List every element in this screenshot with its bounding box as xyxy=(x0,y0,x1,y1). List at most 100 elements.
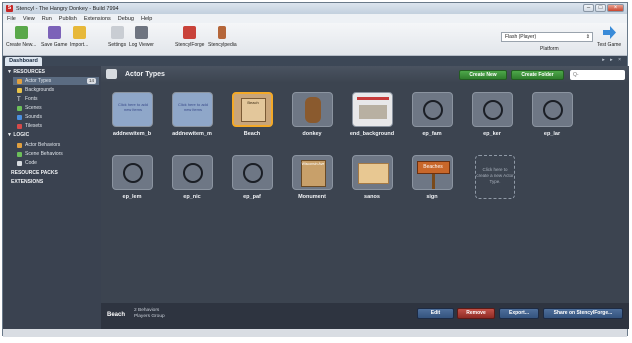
menu-run[interactable]: Run xyxy=(42,16,52,22)
platform-label: Platform xyxy=(540,46,559,52)
chevron-down-icon: ⇕ xyxy=(585,34,590,40)
actor-thumbnail: Beaches xyxy=(411,155,453,190)
status-bar xyxy=(3,329,627,337)
empty-circle-icon xyxy=(482,100,503,120)
maximize-icon[interactable]: □ xyxy=(595,4,606,12)
test-game-button[interactable]: Test Game xyxy=(597,26,621,48)
actor-tile-monument[interactable]: Wisconsin Ave Monument xyxy=(282,155,342,213)
export-button[interactable]: Export... xyxy=(499,308,539,319)
create-new-icon xyxy=(14,26,28,39)
search-input[interactable]: Q- xyxy=(570,70,625,80)
create-new-actor-button[interactable]: Create New xyxy=(459,70,507,80)
edit-button[interactable]: Edit xyxy=(417,308,454,319)
menu-help[interactable]: Help xyxy=(141,16,152,22)
actor-types-icon xyxy=(106,69,117,79)
sidebar-item-scenes[interactable]: Scenes xyxy=(17,104,42,112)
settings-button[interactable]: Settings xyxy=(108,26,126,48)
resource-packs-header[interactable]: RESOURCE PACKS xyxy=(11,170,58,176)
sidebar-item-code[interactable]: Code xyxy=(17,159,37,167)
main-header: Actor Types Create New Create Folder Q- xyxy=(101,66,629,83)
actor-thumbnail xyxy=(351,155,393,190)
menu-publish[interactable]: Publish xyxy=(59,16,77,22)
window-title: Stencyl - The Hangry Donkey - Build 7994 xyxy=(16,5,119,12)
minimize-icon[interactable]: – xyxy=(583,4,594,12)
actor-tile-sanos[interactable]: sanos xyxy=(342,155,402,213)
actor-thumbnail xyxy=(171,155,213,190)
actor-tile-addnewitem-b[interactable]: Click here to add new items addnewitem_b xyxy=(102,92,162,150)
close-icon[interactable]: × xyxy=(607,4,624,12)
menu-extensions[interactable]: Extensions xyxy=(84,16,111,22)
actor-thumbnail xyxy=(471,92,513,127)
background-icon xyxy=(17,87,22,93)
scene-behavior-icon xyxy=(17,151,22,157)
count-badge: 14 xyxy=(86,78,96,84)
actor-thumbnail xyxy=(531,92,573,127)
selection-bar: Beach 2 Behaviors Players Group Edit Rem… xyxy=(101,303,629,329)
import-icon xyxy=(72,26,86,39)
actor-tile-ep-ker[interactable]: ep_ker xyxy=(462,92,522,150)
log-viewer-icon xyxy=(134,26,148,39)
actor-tile-ep-paf[interactable]: ep_paf xyxy=(222,155,282,213)
actor-tile-ep-lar[interactable]: ep_lar xyxy=(522,92,582,150)
tileset-icon xyxy=(17,123,22,129)
resources-header[interactable]: ▼ RESOURCES xyxy=(7,69,45,75)
menu-file[interactable]: File xyxy=(7,16,16,22)
log-viewer-button[interactable]: Log Viewer xyxy=(129,26,154,48)
actor-tile-ep-lem[interactable]: ep_lem xyxy=(102,155,162,213)
tab-dashboard[interactable]: Dashboard xyxy=(5,57,42,66)
import-button[interactable]: Import... xyxy=(70,26,88,48)
menu-debug[interactable]: Debug xyxy=(118,16,134,22)
actor-tile-sign[interactable]: Beaches sign xyxy=(402,155,462,213)
sidebar-item-actor-behaviors[interactable]: Actor Behaviors xyxy=(17,141,60,149)
actor-thumbnail: Click here to add new items xyxy=(171,92,213,127)
sidebar-item-actor-types[interactable]: Actor Types 14 xyxy=(13,77,99,85)
actor-tile-ep-fam[interactable]: ep_fam xyxy=(402,92,462,150)
empty-circle-icon xyxy=(182,163,203,183)
logic-header[interactable]: ▼ LOGIC xyxy=(7,132,29,138)
save-game-button[interactable]: Save Game xyxy=(41,26,67,48)
sidebar-item-backgrounds[interactable]: Backgrounds xyxy=(17,86,54,94)
tab-controls[interactable]: ▸ ▸ × xyxy=(602,57,623,63)
remove-button[interactable]: Remove xyxy=(457,308,495,319)
sidebar-item-fonts[interactable]: T Fonts xyxy=(17,95,38,103)
sidebar-item-tilesets[interactable]: Tilesets xyxy=(17,122,42,130)
menu-view[interactable]: View xyxy=(23,16,35,22)
donkey-icon xyxy=(304,97,321,123)
settings-icon xyxy=(110,26,124,39)
create-folder-button[interactable]: Create Folder xyxy=(511,70,564,80)
platform-select[interactable]: Flash (Player) ⇕ xyxy=(501,32,593,42)
font-icon: T xyxy=(17,96,21,103)
actor-tile-ep-nic[interactable]: ep_nic xyxy=(162,155,222,213)
actor-tile-donkey[interactable]: donkey xyxy=(282,92,342,150)
sidebar: ▼ RESOURCES Actor Types 14 Backgrounds T… xyxy=(3,66,101,329)
stencylpedia-button[interactable]: Stencylpedia xyxy=(208,26,237,48)
empty-circle-icon xyxy=(122,163,143,183)
empty-circle-icon xyxy=(242,163,263,183)
sound-icon xyxy=(17,114,22,120)
actor-thumbnail xyxy=(411,92,453,127)
sidebar-item-sounds[interactable]: Sounds xyxy=(17,113,42,121)
extensions-header[interactable]: EXTENSIONS xyxy=(11,179,43,185)
stencyl-logo-icon: S xyxy=(6,5,13,12)
sidebar-item-scene-behaviors[interactable]: Scene Behaviors xyxy=(17,150,63,158)
group-name: Players Group xyxy=(134,314,165,319)
title-bar: S Stencyl - The Hangry Donkey - Build 79… xyxy=(3,3,627,14)
actor-tile-beach[interactable]: Beach Beach xyxy=(222,92,282,150)
menu-bar: File View Run Publish Extensions Debug H… xyxy=(3,14,627,23)
actor-thumbnail: Beach xyxy=(231,92,273,127)
actor-tile-addnewitem-m[interactable]: Click here to add new items addnewitem_m xyxy=(162,92,222,150)
selected-actor-name: Beach xyxy=(107,312,126,318)
scene-icon xyxy=(17,105,22,111)
stencylforge-button[interactable]: StencylForge xyxy=(175,26,204,48)
toolbar: Create New... Save Game Import... Settin… xyxy=(3,23,627,56)
create-new-button[interactable]: Create New... xyxy=(6,26,36,48)
code-icon xyxy=(17,160,22,166)
actor-thumbnail: Wisconsin Ave xyxy=(291,155,333,190)
actor-tile-end-background[interactable]: end_background xyxy=(342,92,402,150)
actor-thumbnail xyxy=(291,92,333,127)
actor-thumbnail xyxy=(111,155,153,190)
actor-thumbnail xyxy=(231,155,273,190)
selected-actor-meta: 2 Behaviors Players Group xyxy=(134,308,165,320)
create-actor-placeholder[interactable]: Click here to create a new Actor Type. xyxy=(475,155,515,199)
share-stencylforge-button[interactable]: Share on StencylForge... xyxy=(543,308,623,319)
